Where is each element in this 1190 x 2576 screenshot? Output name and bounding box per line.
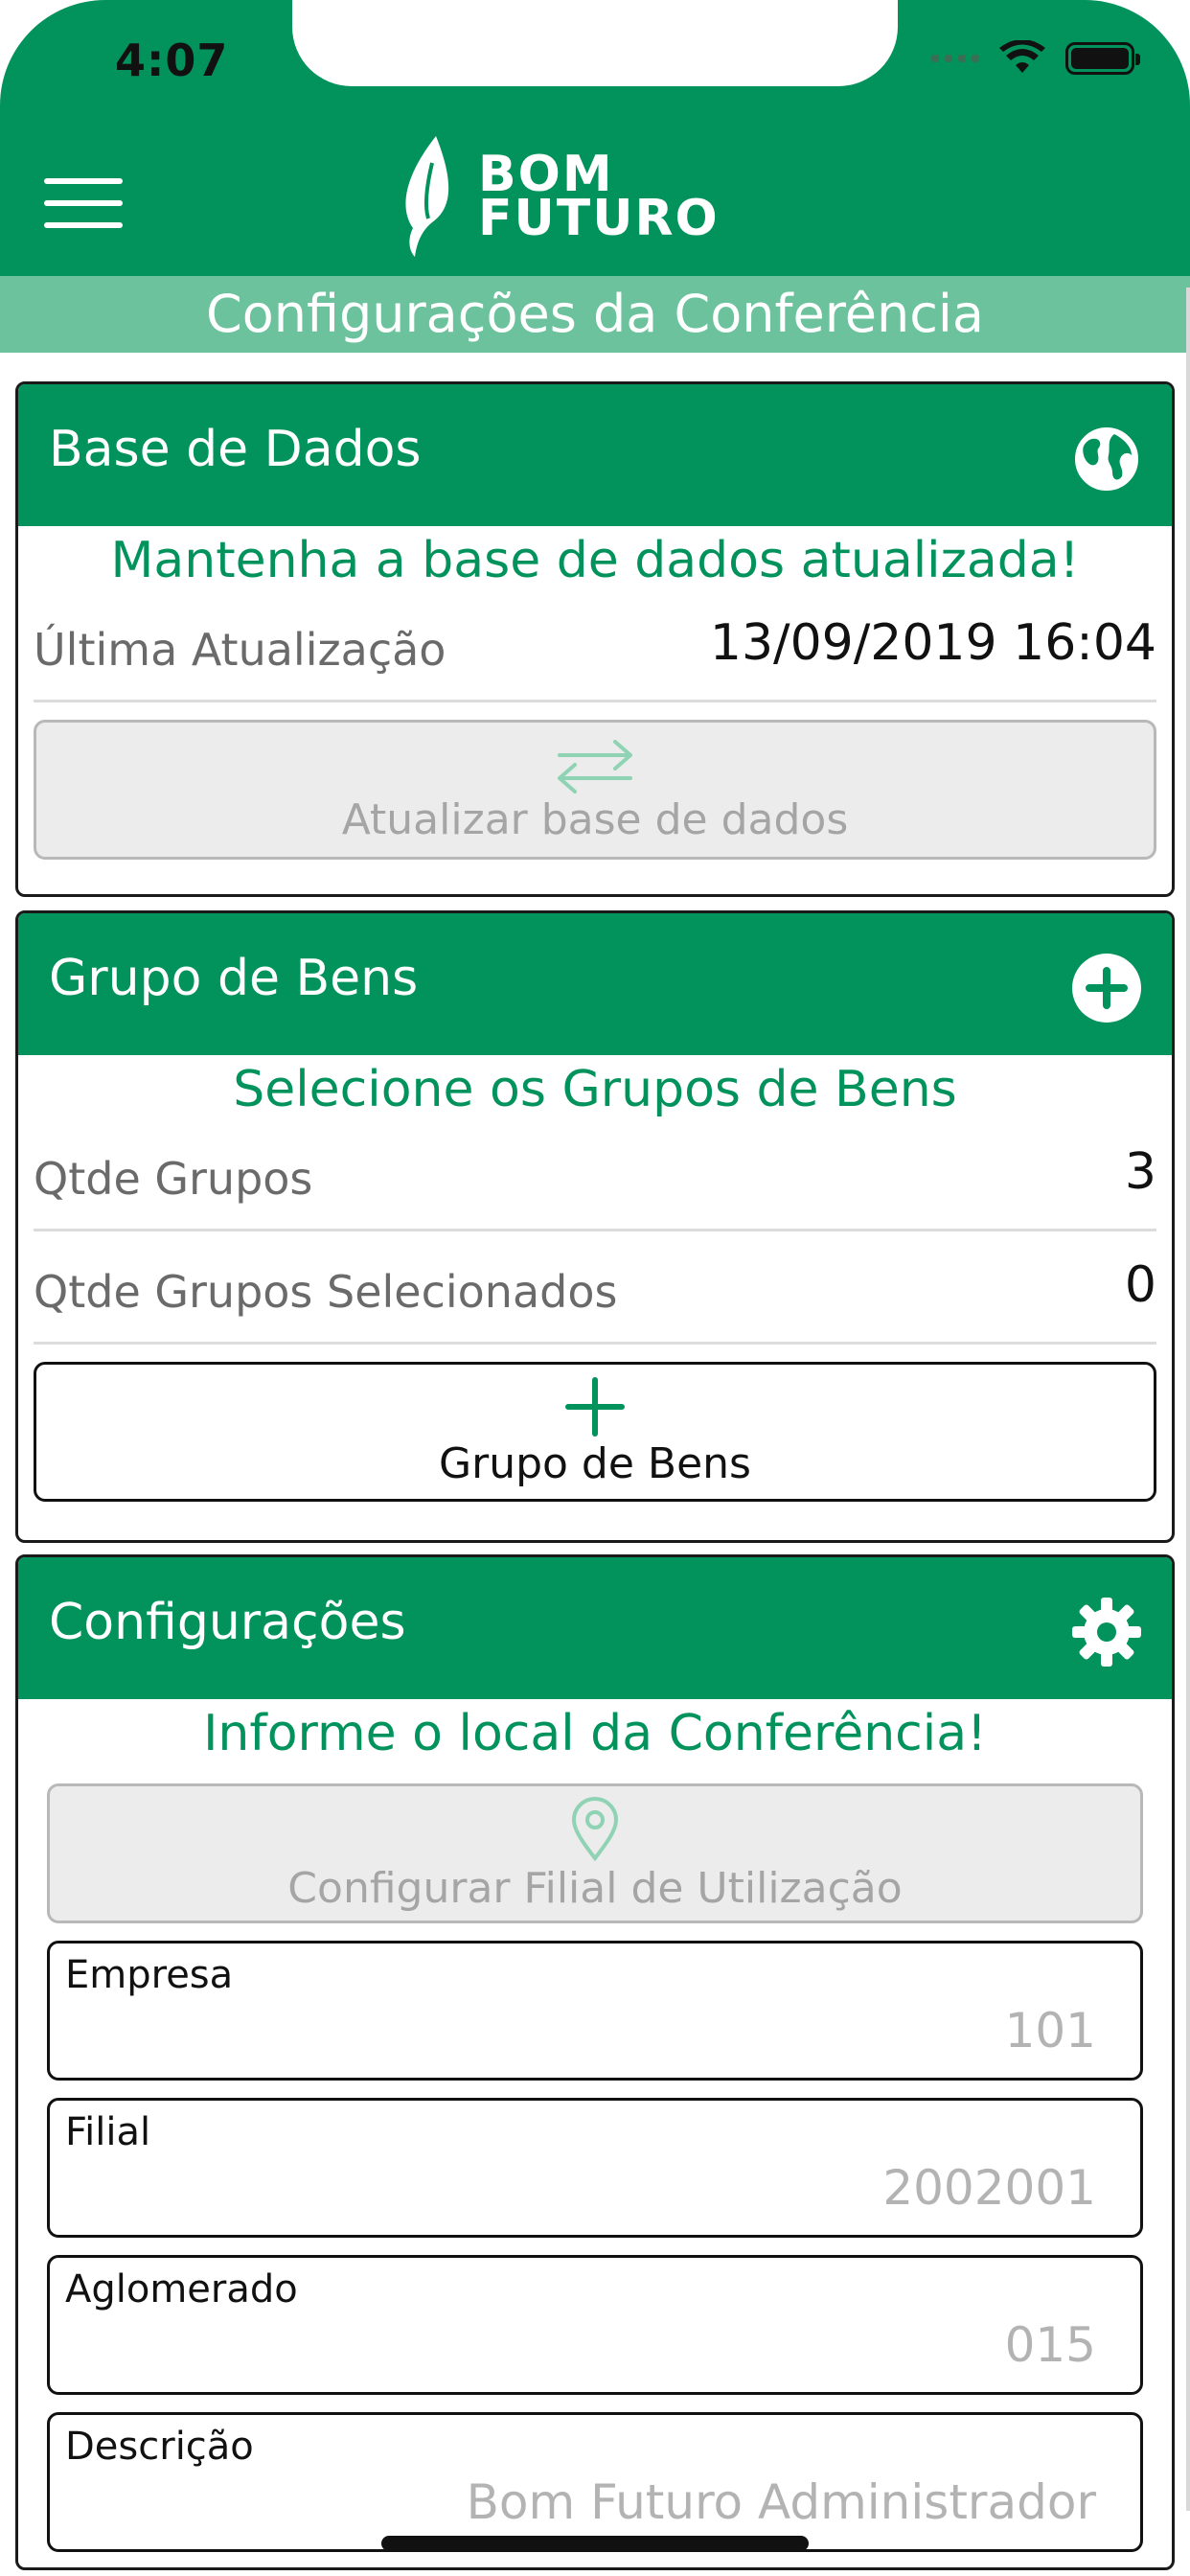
empresa-label: Empresa — [65, 1953, 234, 1997]
descricao-value: Bom Futuro Administrador — [466, 2474, 1096, 2530]
last-update-value: 13/09/2019 16:04 — [709, 614, 1156, 672]
grupo-de-bens-hint: Selecione os Grupos de Bens — [233, 1061, 957, 1118]
qtde-grupos-row: Qtde Grupos 3 — [34, 1118, 1156, 1231]
empresa-value: 101 — [1004, 2003, 1096, 2058]
scrollbar[interactable] — [1186, 288, 1190, 2511]
configuracoes-header: Configurações — [18, 1557, 1172, 1699]
sync-arrows-icon — [558, 739, 632, 794]
page-title: Configurações da Conferência — [0, 276, 1190, 353]
leaf-logo-icon — [405, 136, 449, 257]
gear-icon[interactable] — [1070, 1596, 1143, 1668]
configure-filial-button[interactable]: Configurar Filial de Utilização — [47, 1783, 1143, 1923]
empresa-field[interactable]: Empresa 101 — [47, 1941, 1143, 2081]
configuracoes-hint: Informe o local da Conferência! — [203, 1705, 987, 1762]
menu-button[interactable] — [44, 178, 123, 228]
filial-label: Filial — [65, 2110, 151, 2154]
add-grupo-de-bens-button[interactable]: Grupo de Bens — [34, 1362, 1156, 1502]
descricao-label: Descrição — [65, 2425, 254, 2469]
status-icons — [931, 40, 1140, 77]
last-update-label: Última Atualização — [34, 624, 446, 676]
aglomerado-field[interactable]: Aglomerado 015 — [47, 2255, 1143, 2395]
base-de-dados-hint: Mantenha a base de dados atualizada! — [110, 532, 1080, 589]
base-de-dados-header: Base de Dados — [18, 384, 1172, 526]
aglomerado-value: 015 — [1004, 2317, 1096, 2373]
base-de-dados-title: Base de Dados — [49, 421, 422, 478]
grupo-de-bens-card: Grupo de Bens Selecione os Grupos de Ben… — [15, 910, 1175, 1543]
base-de-dados-card: Base de Dados Mantenha a base de dados a… — [15, 381, 1175, 897]
add-grupo-de-bens-label: Grupo de Bens — [439, 1438, 751, 1488]
wifi-icon — [999, 40, 1045, 73]
filial-field[interactable]: Filial 2002001 — [47, 2098, 1143, 2238]
filial-value: 2002001 — [882, 2160, 1096, 2216]
qtde-selecionados-row: Qtde Grupos Selecionados 0 — [34, 1231, 1156, 1345]
descricao-field[interactable]: Descrição Bom Futuro Administrador — [47, 2412, 1143, 2552]
configuracoes-title: Configurações — [49, 1594, 406, 1651]
update-database-button[interactable]: Atualizar base de dados — [34, 720, 1156, 860]
globe-icon[interactable] — [1070, 423, 1143, 495]
bom-futuro-logo: BOM FUTURO — [398, 134, 720, 259]
last-update-row: Última Atualização 13/09/2019 16:04 — [34, 589, 1156, 702]
qtde-selecionados-label: Qtde Grupos Selecionados — [34, 1266, 618, 1318]
update-database-label: Atualizar base de dados — [341, 794, 849, 844]
plus-circle-icon[interactable] — [1070, 952, 1143, 1024]
logo-line-2: FUTURO — [478, 190, 720, 247]
status-time: 4:07 — [115, 34, 229, 86]
app-header: 4:07 BOM FUTURO — [0, 0, 1190, 276]
configuracoes-card: Configurações Informe o local da Conferê… — [15, 1554, 1175, 2570]
device-notch — [292, 0, 898, 86]
configure-filial-label: Configurar Filial de Utilização — [287, 1863, 903, 1913]
location-pin-icon — [571, 1796, 619, 1861]
plus-icon — [565, 1376, 625, 1437]
qtde-grupos-label: Qtde Grupos — [34, 1153, 313, 1205]
grupo-de-bens-header: Grupo de Bens — [18, 913, 1172, 1055]
grupo-de-bens-title: Grupo de Bens — [49, 950, 419, 1007]
app-screen: 4:07 BOM FUTURO Configurações da Conferê… — [0, 0, 1190, 2576]
qtde-grupos-value: 3 — [1124, 1143, 1156, 1201]
qtde-selecionados-value: 0 — [1124, 1256, 1156, 1314]
battery-icon — [1065, 42, 1140, 75]
aglomerado-label: Aglomerado — [65, 2267, 298, 2312]
signal-icon — [931, 55, 979, 62]
home-indicator[interactable] — [381, 2536, 809, 2551]
